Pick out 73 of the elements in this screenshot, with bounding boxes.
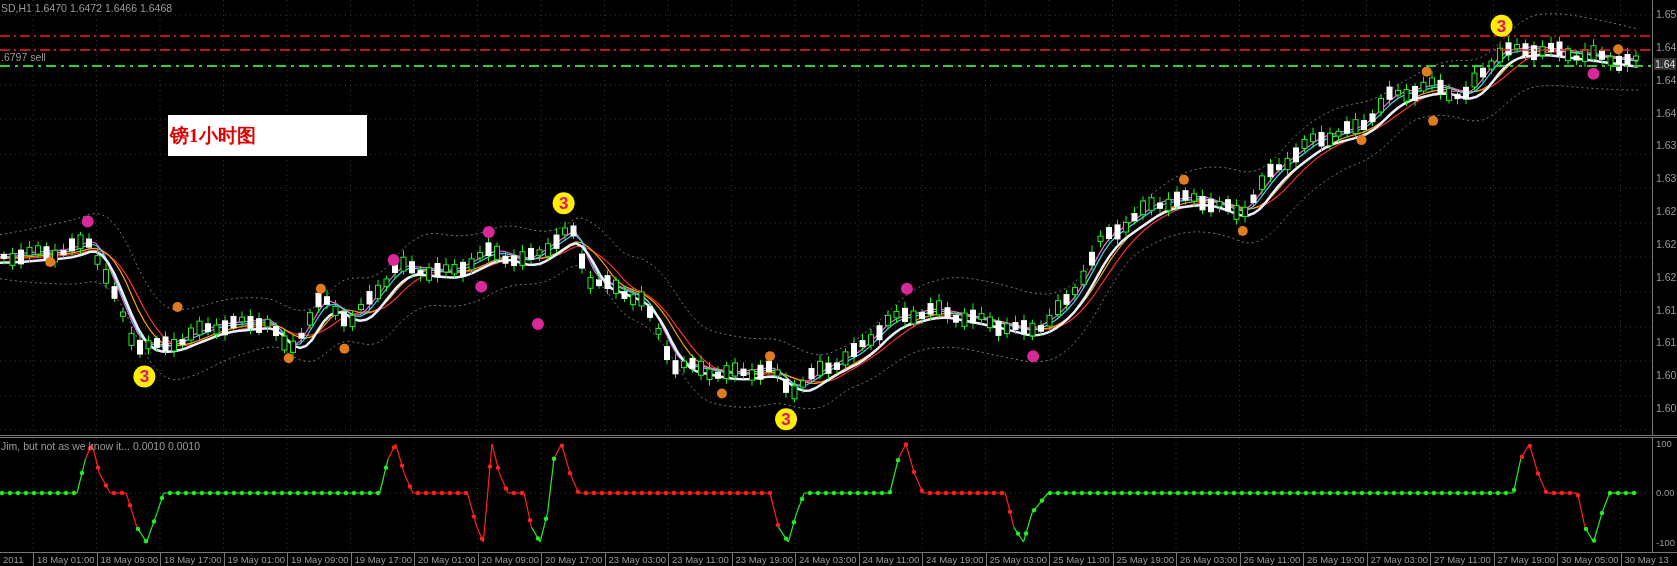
- signal-marker-icon: [172, 301, 183, 312]
- price-axis-label: 1.61: [1655, 303, 1677, 316]
- signal-marker-icon: [315, 283, 326, 294]
- indicator-axis-label: -100: [1656, 536, 1676, 548]
- signal-marker-icon: [283, 353, 294, 364]
- time-axis-label: 27 May 11:00: [1434, 553, 1491, 565]
- price-axis-label: 1.62: [1655, 270, 1677, 283]
- price-axis-label: 1.61: [1655, 336, 1677, 349]
- wave-count-badge: 3: [1490, 14, 1513, 37]
- signal-marker-icon: [482, 226, 495, 239]
- signal-marker-icon: [900, 282, 913, 295]
- price-axis-label: 1.65: [1655, 8, 1677, 20]
- price-axis-label: 1.62: [1655, 237, 1677, 250]
- price-axis-label: 1.62: [1655, 205, 1677, 218]
- signal-marker-icon: [387, 253, 400, 266]
- signal-marker-icon: [531, 318, 544, 331]
- time-axis-label: 27 May 03:00: [1370, 553, 1429, 565]
- time-axis-label: 25 May 11:00: [1053, 553, 1110, 565]
- signal-marker-icon: [1421, 66, 1432, 77]
- wave-count-badge: 3: [775, 408, 798, 431]
- time-axis-label: 20 May 01:00: [418, 553, 476, 565]
- signal-marker-icon: [1428, 115, 1439, 126]
- time-axis-label: 23 May 19:00: [735, 553, 794, 565]
- time-axis-label: 19 May 17:00: [354, 553, 413, 565]
- time-axis-label: 18 May 09:00: [100, 553, 159, 565]
- price-axis-label: 1.64: [1655, 40, 1677, 53]
- order-label: .6797 sell: [1, 51, 46, 63]
- price-axis-label: 1.64: [1655, 106, 1677, 119]
- signal-marker-icon: [1027, 350, 1040, 363]
- indicator-axis-label: 0.00: [1656, 487, 1676, 499]
- signal-marker-icon: [339, 343, 350, 354]
- signal-marker-icon: [81, 215, 94, 228]
- signal-marker-icon: [475, 280, 488, 293]
- indicator-axis-label: 100: [1656, 437, 1673, 449]
- time-axis-label: 24 May 03:00: [799, 553, 857, 565]
- time-axis-label: 18 May 17:00: [164, 553, 222, 565]
- time-axis-label: 2011: [3, 553, 24, 565]
- time-axis-label: 20 May 09:00: [481, 553, 540, 565]
- symbol-quote: SD,H1 1.6470 1.6472 1.6466 1.6468: [1, 2, 173, 14]
- time-axis-label: 24 May 11:00: [862, 553, 920, 565]
- signal-marker-icon: [1178, 174, 1189, 185]
- indicator-label: Jim, but not as we know it... 0.0010 0.0010: [1, 439, 201, 452]
- signal-marker-icon: [765, 351, 776, 362]
- signal-marker-icon: [1613, 44, 1624, 55]
- price-axis-label: 1.60: [1655, 369, 1677, 382]
- time-axis-label: 23 May 03:00: [608, 553, 667, 565]
- wave-count-badge: 3: [552, 192, 575, 215]
- signal-marker-icon: [45, 257, 56, 268]
- time-axis-label: 30 May 13: [1624, 553, 1669, 565]
- time-axis-label: 26 May 11:00: [1243, 553, 1301, 565]
- time-axis-label: 26 May 03:00: [1180, 553, 1238, 565]
- signal-marker-icon: [1587, 67, 1600, 80]
- time-axis-label: 18 May 01:00: [37, 553, 95, 565]
- signal-marker-icon: [1237, 226, 1248, 236]
- chart-title: 镑1小时图: [168, 115, 367, 156]
- price-axis-label: 1.63: [1655, 172, 1677, 185]
- price-axis-label: 1.63: [1655, 139, 1677, 152]
- time-axis-label: 26 May 19:00: [1307, 553, 1365, 565]
- time-axis-label: 25 May 19:00: [1116, 553, 1175, 565]
- time-axis-label: 20 May 17:00: [545, 553, 603, 565]
- wave-count-badge: 3: [133, 365, 156, 388]
- time-axis-label: 19 May 09:00: [291, 553, 349, 565]
- time-axis-label: 25 May 03:00: [989, 553, 1048, 565]
- price-axis-label: 1.60: [1655, 402, 1677, 415]
- time-axis-label: 19 May 01:00: [227, 553, 286, 565]
- time-axis-label: 30 May 05:00: [1561, 553, 1619, 565]
- time-axis-label: 24 May 19:00: [926, 553, 984, 565]
- signal-marker-icon: [716, 388, 727, 399]
- time-axis-label: 23 May 11:00: [672, 553, 729, 565]
- price-axis-label: 1.64: [1655, 73, 1677, 86]
- time-axis-label: 27 May 19:00: [1497, 553, 1556, 565]
- signal-marker-icon: [1356, 135, 1367, 146]
- current-price-label: 1.64: [1654, 58, 1677, 70]
